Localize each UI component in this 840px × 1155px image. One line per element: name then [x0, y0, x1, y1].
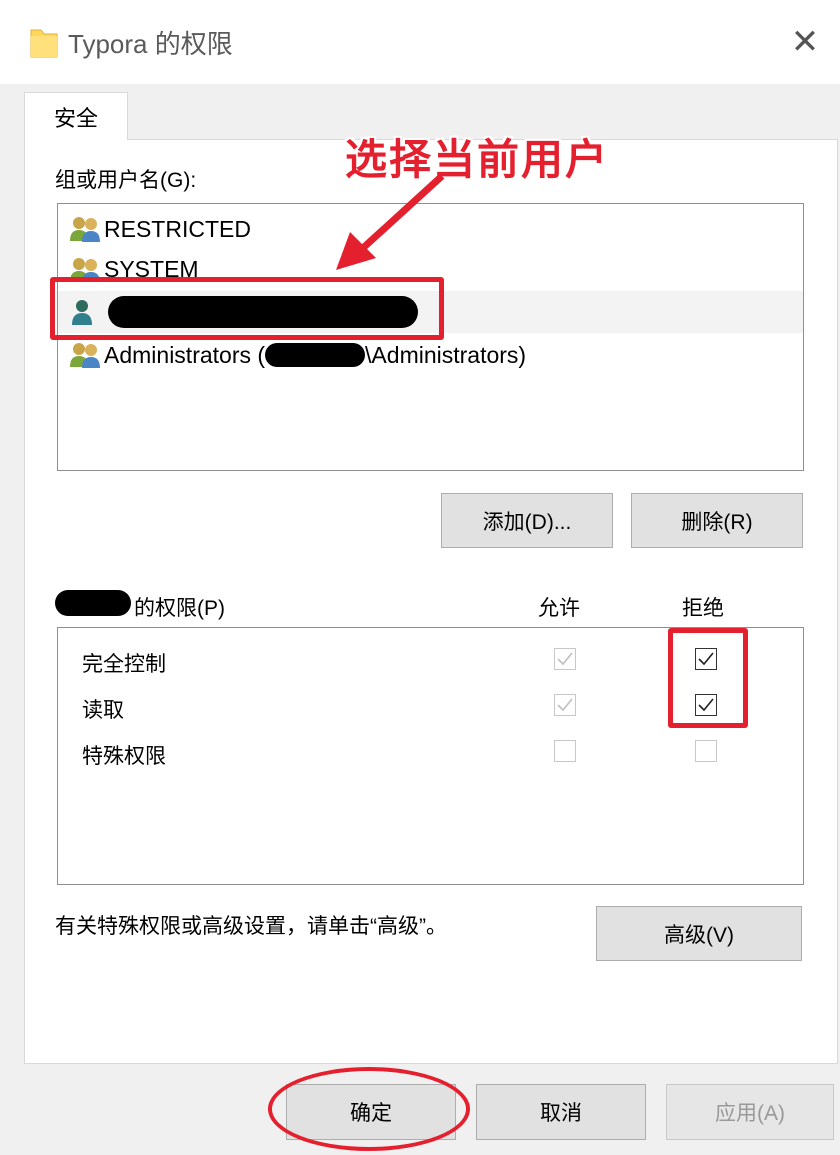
allow-column-header: 允许 [538, 597, 580, 620]
cancel-button[interactable]: 取消 [476, 1084, 646, 1140]
user-group-icon [70, 343, 100, 368]
remove-button[interactable]: 删除(R) [631, 493, 803, 548]
advanced-hint: 有关特殊权限或高级设置，请单击“高级”。 [55, 915, 447, 938]
add-button[interactable]: 添加(D)... [441, 493, 613, 548]
folder-icon [30, 29, 58, 58]
permission-name: 读取 [82, 699, 124, 722]
user-name: RESTRICTED [104, 215, 251, 242]
permissions-label: 的权限(P) [134, 597, 225, 620]
allow-checkbox-full-control[interactable] [554, 648, 576, 670]
user-name-prefix: Administrators ( [104, 341, 266, 368]
window-title: Typora 的权限 [68, 29, 233, 59]
close-icon: ✕ [790, 23, 820, 61]
user-name-suffix: \Administrators) [365, 341, 527, 368]
deny-checkbox-special[interactable] [695, 740, 717, 762]
users-label: 组或用户名(G): [55, 169, 197, 192]
advanced-button[interactable]: 高级(V) [596, 906, 802, 961]
deny-column-header: 拒绝 [682, 597, 724, 620]
redacted-domain [265, 343, 366, 367]
apply-button[interactable]: 应用(A) [666, 1084, 834, 1140]
annotation-highlight-ok [268, 1067, 470, 1151]
check-icon [557, 698, 573, 712]
list-item[interactable]: Administrators ( \Administrators) [58, 334, 803, 376]
user-group-icon [70, 217, 100, 242]
title-bar: Typora 的权限 ✕ [0, 0, 840, 84]
allow-checkbox-read[interactable] [554, 694, 576, 716]
permission-name: 特殊权限 [82, 745, 166, 768]
check-icon [557, 652, 573, 666]
redacted-selected-user [55, 590, 131, 616]
close-button[interactable]: ✕ [770, 0, 840, 84]
annotation-highlight-deny [668, 628, 748, 728]
annotation-arrow-icon [336, 173, 445, 270]
permission-name: 完全控制 [82, 653, 166, 676]
tab-security[interactable]: 安全 [24, 92, 128, 140]
annotation-highlight-user [50, 277, 444, 340]
allow-checkbox-special[interactable] [554, 740, 576, 762]
